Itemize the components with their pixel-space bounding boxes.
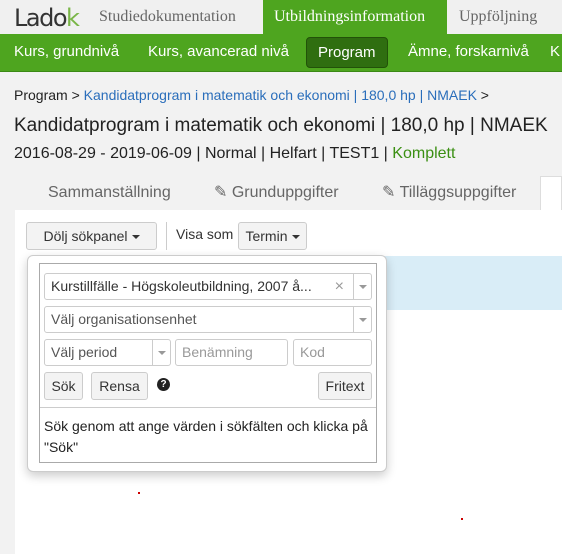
tab-grunduppgifter[interactable]: ✎ Grunduppgifter [214,176,339,210]
type-select[interactable]: Kurstillfälle - Högskoleutbildning, 2007… [44,273,372,300]
chevron-down-icon[interactable] [353,307,371,332]
tab-sammanstallning[interactable]: Sammanställning [48,176,171,210]
pencil-icon: ✎ [382,184,396,201]
org-unit-select[interactable]: Välj organisationsenhet [44,306,372,333]
search-panel: Kurstillfälle - Högskoleutbildning, 2007… [27,255,387,472]
info-area [360,256,562,310]
nav-amne-forskarniva[interactable]: Ämne, forskarnivå [408,34,529,72]
status-badge: Komplett [392,145,456,162]
placeholder: Välj period [51,344,118,360]
top-tab-uppfoljning[interactable]: Uppföljning [448,0,548,34]
program-details: 2016-08-29 - 2019-06-09 | Normal | Helfa… [14,145,388,162]
nav-kurs-grundniva[interactable]: Kurs, grundnivå [14,34,119,72]
breadcrumb-sep: > [480,87,489,103]
marker-dot [138,492,140,494]
search-form: Kurstillfälle - Högskoleutbildning, 2007… [39,263,377,463]
divider [40,407,376,408]
period-select[interactable]: Välj period [44,339,171,366]
breadcrumb-sep: > [71,87,80,103]
search-button[interactable]: Sök [44,372,83,400]
view-as-select[interactable]: Termin [238,222,307,250]
tab-label: Tilläggsuppgifter [399,184,517,201]
page-subtitle: 2016-08-29 - 2019-06-09 | Normal | Helfa… [14,145,455,163]
chevron-down-icon[interactable] [152,340,170,365]
nav-kurs-avancerad-niva[interactable]: Kurs, avancerad nivå [148,34,289,72]
ladok-logo[interactable]: Ladok [14,4,80,32]
pencil-icon: ✎ [214,184,228,201]
tab-tillaggsuppgifter[interactable]: ✎ Tilläggsuppgifter [382,176,516,210]
freetext-button[interactable]: Fritext [318,372,372,400]
top-tab-utbildningsinformation[interactable]: Utbildningsinformation [263,0,447,34]
name-input[interactable]: Benämning [175,339,288,366]
breadcrumb-root[interactable]: Program [14,87,68,103]
breadcrumb: Program > Kandidatprogram i matematik oc… [14,87,489,103]
nav-more[interactable]: K [550,34,560,72]
toggle-search-panel-button[interactable]: Dölj sökpanel [26,222,157,250]
code-input[interactable]: Kod [293,339,372,366]
caret-down-icon [291,235,300,240]
top-tab-studiedokumentation[interactable]: Studiedokumentation [88,0,247,34]
clear-icon[interactable]: × [335,274,344,299]
reset-button[interactable]: Rensa [91,372,148,400]
help-icon[interactable]: ? [157,378,170,391]
nav-program[interactable]: Program [306,37,388,68]
top-bar: Ladok Studiedokumentation Utbildningsinf… [0,0,562,34]
caret-down-icon [131,235,140,240]
marker-dot [461,518,463,520]
page-title: Kandidatprogram i matematik och ekonomi … [14,115,548,136]
chevron-down-icon[interactable] [353,274,371,299]
tab-active[interactable] [540,176,562,212]
sub-nav: Kurs, grundnivå Kurs, avancerad nivå Pro… [0,34,562,72]
divider [166,222,167,250]
button-label: Dölj sökpanel [43,228,128,244]
type-value: Kurstillfälle - Högskoleutbildning, 2007… [51,278,312,294]
tab-label: Grunduppgifter [231,184,339,201]
search-hint: Sök genom att ange värden i sökfälten oc… [44,418,368,455]
button-label: Termin [245,228,288,244]
view-as-label: Visa som [176,226,234,242]
placeholder: Välj organisationsenhet [51,311,197,327]
breadcrumb-current[interactable]: Kandidatprogram i matematik och ekonomi … [84,87,477,103]
